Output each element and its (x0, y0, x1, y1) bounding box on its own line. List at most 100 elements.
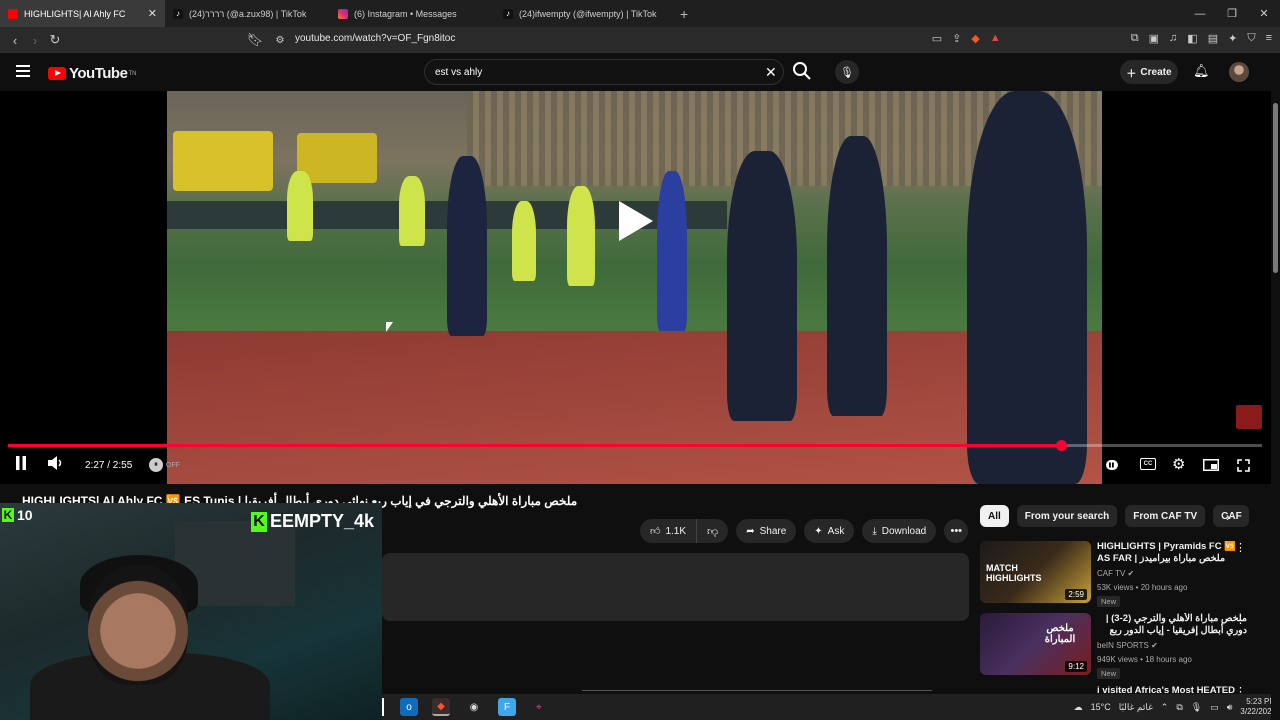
menu-icon[interactable]: ≡ (1266, 32, 1272, 45)
bookmark-icon[interactable]: 🔖︎ (245, 30, 265, 50)
channel-name[interactable]: CAF TV ✔︎ (1097, 569, 1134, 578)
address-bar: ‹ › ↻ 🔖︎ ⚙︎ youtube.com/watch?v=OF_Fgn8i… (0, 27, 1280, 53)
autoplay-toggle[interactable]: ⏸︎ OFF (149, 458, 180, 472)
brave-browser-icon[interactable]: ◆ (432, 698, 450, 716)
tray-app-icon[interactable]: ⧉ (1176, 702, 1182, 713)
close-window-icon[interactable]: ✕ (1248, 0, 1280, 27)
minimize-icon[interactable]: — (1184, 0, 1216, 27)
channel-watermark-icon[interactable] (1236, 405, 1262, 429)
tab-youtube[interactable]: HIGHLIGHTS| Al Ahly FC ✕ (0, 0, 165, 27)
settings-gear-icon[interactable]: ⚙︎ (1172, 455, 1185, 473)
clear-search-icon[interactable]: ✕ (765, 64, 777, 81)
pause-small-icon[interactable] (1106, 460, 1118, 470)
description-box[interactable] (382, 553, 969, 621)
tab-tiktok-1[interactable]: ♪ (24)רררר (@a.zux98) | TikTok (165, 0, 330, 27)
outlook-icon[interactable]: o (400, 698, 418, 716)
hamburger-menu-icon[interactable] (16, 65, 30, 77)
search-input[interactable]: est vs ahly (435, 67, 482, 78)
music-icon[interactable]: ♫ (1169, 32, 1177, 45)
video-thumbnail[interactable]: MATCH HIGHLIGHTS 2:59 (980, 541, 1091, 603)
search-icon[interactable] (792, 61, 812, 81)
vpn-icon[interactable]: ⛉ (1247, 32, 1255, 45)
search-box[interactable]: est vs ahly ✕ (424, 59, 784, 85)
video-thumbnail[interactable]: ملخص المباراة 9:12 (980, 613, 1091, 675)
video-duration: 9:12 (1065, 661, 1087, 672)
back-icon[interactable]: ‹ (5, 30, 25, 50)
play-icon[interactable] (619, 201, 653, 241)
more-options-icon[interactable]: ⋮ (1235, 613, 1246, 626)
restore-icon[interactable]: ❐ (1216, 0, 1248, 27)
tab-tiktok-2[interactable]: ♪ (24)ifwempty (@ifwempty) | TikTok (495, 0, 660, 27)
page-scrollbar[interactable] (1271, 91, 1280, 720)
microphone-icon[interactable]: 🎙︎ (1191, 702, 1202, 713)
recommendation-title[interactable]: i visited Africa's Most HEATED (1097, 685, 1247, 694)
create-button[interactable]: ＋ Create (1120, 60, 1178, 84)
url-field[interactable]: youtube.com/watch?v=OF_Fgn8itoc (295, 33, 455, 44)
chevron-up-icon[interactable]: ⌃ (1161, 702, 1169, 713)
extensions-icon[interactable]: ⧉ (1131, 32, 1139, 45)
fullscreen-icon[interactable] (1237, 459, 1250, 472)
volume-icon[interactable] (48, 456, 65, 470)
more-actions-icon[interactable]: ••• (944, 519, 969, 543)
notifications-bell-icon[interactable]: 🔔︎ (1193, 63, 1210, 79)
chip-caf[interactable]: CAF (1213, 505, 1250, 527)
player-figure (287, 171, 313, 241)
speaker-icon[interactable]: 🔊︎ (1227, 702, 1233, 713)
weather-description: غائم غالبًا (1118, 701, 1153, 712)
recommendation-title[interactable]: ملخص مباراة الأهلي والترجي (2-3) | دوري … (1097, 613, 1247, 637)
pause-icon[interactable] (15, 456, 27, 470)
channel-name[interactable]: beIN SPORTS ✔︎ (1097, 641, 1158, 650)
location-app-icon[interactable]: ⌖ (530, 698, 548, 716)
brave-shields-icon[interactable]: ◆ (971, 32, 979, 45)
scrollbar-thumb[interactable] (1273, 103, 1278, 273)
share-button[interactable]: ➦ Share (736, 519, 797, 543)
brave-rewards-icon[interactable]: ▲ (990, 32, 1001, 45)
more-options-icon[interactable]: ⋮ (1235, 541, 1246, 554)
youtube-logo[interactable]: YouTube TN (48, 65, 136, 82)
wallet-icon[interactable]: ▤ (1208, 32, 1218, 45)
recommendation-item[interactable]: MATCH HIGHLIGHTS 2:59 HIGHLIGHTS | Pyram… (980, 541, 1270, 607)
video-frame[interactable] (167, 91, 1102, 484)
like-button[interactable]: 👍︎ 1.1K (640, 519, 698, 543)
miniplayer-icon[interactable] (1203, 459, 1219, 471)
voice-search-icon[interactable]: 🎙︎ (835, 60, 859, 84)
dislike-button[interactable]: 👎︎ (697, 519, 728, 543)
new-badge: New (1097, 668, 1121, 679)
youtube-favicon-icon (8, 8, 18, 19)
network-icon[interactable]: ▭ (1210, 702, 1219, 713)
chip-all[interactable]: All (980, 505, 1009, 527)
ask-button[interactable]: ✦ Ask (804, 519, 855, 543)
tab-instagram[interactable]: (6) Instagram • Messages (330, 0, 495, 27)
kick-count: 10 (17, 507, 33, 523)
github-icon[interactable]: ◉ (465, 698, 483, 716)
chip-from-caf-tv[interactable]: From CAF TV (1125, 505, 1206, 527)
site-settings-icon[interactable]: ⚙︎ (270, 30, 290, 50)
download-button[interactable]: ⤓ Download (862, 519, 937, 543)
more-options-icon[interactable]: ⋮ (1235, 685, 1246, 694)
new-tab-icon[interactable]: + (680, 6, 688, 22)
cast-icon[interactable]: ▭ (932, 32, 942, 45)
progress-bar[interactable] (8, 440, 1262, 451)
forward-icon[interactable]: › (25, 30, 45, 50)
share-page-icon[interactable]: ⇪ (952, 32, 961, 45)
wallet-icon[interactable]: ▣ (1149, 32, 1159, 45)
chevron-right-icon[interactable]: › (1226, 510, 1230, 524)
like-count: 1.1K (665, 525, 687, 537)
avatar[interactable] (1229, 62, 1249, 82)
chip-from-your-search[interactable]: From your search (1016, 505, 1118, 527)
file-app-icon[interactable]: F (498, 698, 516, 716)
tab-title: (6) Instagram • Messages (354, 8, 457, 19)
thumbs-down-icon: 👎︎ (707, 525, 719, 538)
recommendation-item[interactable]: i visited Africa's Most HEATED ⋮ (980, 685, 1270, 694)
close-icon[interactable]: ✕ (148, 7, 157, 20)
plus-icon: ＋ (1126, 68, 1137, 80)
leo-ai-icon[interactable]: ✦ (1228, 32, 1237, 45)
video-player[interactable]: 2:27 / 2:55 ⏸︎ OFF CC ⚙︎ (0, 91, 1280, 484)
video-actions: 👍︎ 1.1K 👎︎ ➦ Share ✦ Ask ⤓ Download ••• (640, 519, 969, 543)
captions-icon[interactable]: CC (1140, 458, 1156, 470)
sidebar-icon[interactable]: ◧ (1187, 32, 1197, 45)
mouse-cursor (386, 322, 393, 332)
recommendation-title[interactable]: HIGHLIGHTS | Pyramids FC 🆚 AS FAR | ملخص… (1097, 541, 1247, 565)
reload-icon[interactable]: ↻ (45, 30, 65, 50)
recommendation-item[interactable]: ملخص المباراة 9:12 ملخص مباراة الأهلي وا… (980, 613, 1270, 679)
